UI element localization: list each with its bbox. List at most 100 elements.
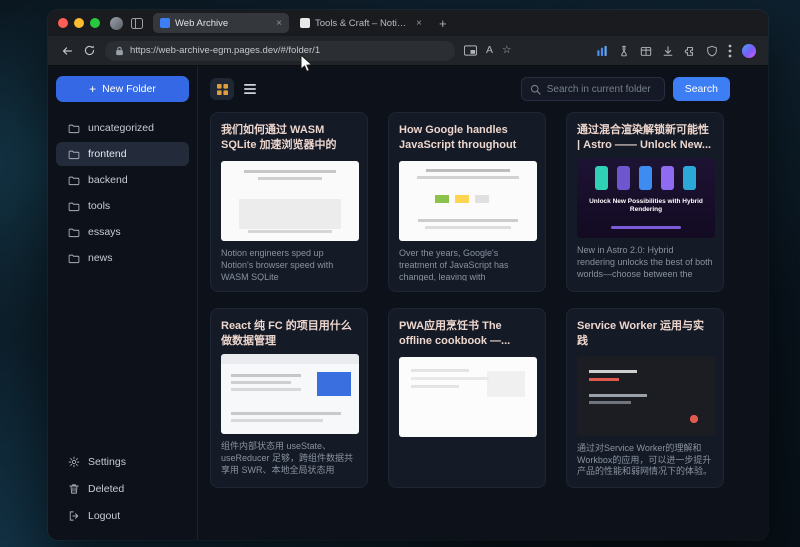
logout-icon: [68, 510, 80, 522]
main-header: Search: [210, 76, 730, 102]
card-grid: 我们如何通过 WASM SQLite 加速浏览器中的 Notion ——... …: [210, 112, 730, 488]
picture-in-picture-icon[interactable]: [464, 45, 477, 56]
thumbnail-text: Unlock New Possibilities with Hybrid Ren…: [585, 198, 707, 215]
sidebar-item-uncategorized[interactable]: uncategorized: [56, 116, 189, 140]
grid-view-button[interactable]: [210, 78, 234, 100]
card-thumbnail: [577, 356, 715, 436]
list-view-button[interactable]: [238, 78, 262, 100]
phone-mockup-icon: [661, 166, 674, 190]
card-description: Over the years, Google's treatment of Ja…: [399, 248, 535, 281]
phone-mockup-icon: [595, 166, 608, 190]
search-icon: [530, 84, 541, 95]
shield-icon[interactable]: [706, 45, 718, 57]
sidebar-item-deleted[interactable]: Deleted: [56, 477, 189, 501]
minimize-window-button[interactable]: [74, 18, 84, 28]
tab-close-icon[interactable]: ×: [416, 18, 422, 29]
card-thumbnail: [221, 161, 359, 241]
folder-label: news: [88, 252, 113, 264]
sidebar-item-essays[interactable]: essays: [56, 220, 189, 244]
sidebar-item-tools[interactable]: tools: [56, 194, 189, 218]
back-icon[interactable]: [60, 44, 74, 58]
tab-title: Web Archive: [175, 18, 271, 29]
phone-mockup-icon: [683, 166, 696, 190]
search-input[interactable]: [547, 84, 656, 95]
trash-icon: [68, 483, 80, 495]
sidebar: + New Folder uncategorized frontend back…: [48, 66, 198, 540]
sidebar-item-frontend[interactable]: frontend: [56, 142, 189, 166]
tab-bar: Web Archive × Tools & Craft – Notion Blo…: [48, 10, 768, 36]
archive-card-wasm-sqlite[interactable]: 我们如何通过 WASM SQLite 加速浏览器中的 Notion ——... …: [210, 112, 368, 292]
archive-card-service-worker[interactable]: Service Worker 运用与实践 通过对Service Worker的理…: [566, 308, 724, 488]
bookmark-star-icon[interactable]: ☆: [502, 45, 511, 56]
folder-label: uncategorized: [88, 122, 154, 134]
package-icon[interactable]: [640, 45, 652, 57]
card-title: How Google handles JavaScript throughout…: [399, 123, 535, 153]
card-thumbnail: Unlock New Possibilities with Hybrid Ren…: [577, 158, 715, 238]
download-icon[interactable]: [662, 45, 674, 57]
tab-title: Tools & Craft – Notion Blog: [315, 18, 411, 29]
archive-card-pwa-cookbook[interactable]: PWA应用烹饪书 The offline cookbook —...: [388, 308, 546, 488]
search-area: Search: [521, 77, 730, 101]
phone-mockup-icon: [639, 166, 652, 190]
folder-icon: [68, 149, 80, 160]
folder-label: frontend: [88, 148, 127, 160]
refresh-icon[interactable]: [83, 44, 96, 57]
tab-web-archive[interactable]: Web Archive ×: [153, 13, 289, 33]
search-button[interactable]: Search: [673, 77, 730, 101]
new-folder-label: New Folder: [102, 83, 156, 95]
sidebar-item-backend[interactable]: backend: [56, 168, 189, 192]
sidebar-item-news[interactable]: news: [56, 246, 189, 270]
folder-list: uncategorized frontend backend tools: [56, 116, 189, 270]
card-thumbnail: [399, 357, 537, 437]
web-archive-favicon-icon: [160, 18, 170, 28]
folder-label: backend: [88, 174, 128, 186]
card-description: Notion engineers sped up Notion's browse…: [221, 248, 357, 281]
browser-profile-gradient-icon[interactable]: [742, 44, 756, 58]
folder-icon: [68, 227, 80, 238]
card-thumbnail: [399, 161, 537, 241]
more-menu-icon[interactable]: [728, 44, 732, 58]
sidebar-item-logout[interactable]: Logout: [56, 504, 189, 528]
card-description: New in Astro 2.0: Hybrid rendering unloc…: [577, 245, 713, 281]
lock-icon: [115, 46, 124, 56]
extension-bars-icon[interactable]: [596, 45, 608, 57]
browser-toolbar: https://web-archive-egm.pages.dev/#/fold…: [48, 36, 768, 66]
card-thumbnail: [221, 354, 359, 434]
phone-mockup-icon: [617, 166, 630, 190]
sidebar-footer: Settings Deleted Logout: [56, 450, 189, 532]
tab-close-icon[interactable]: ×: [276, 18, 282, 29]
new-tab-button[interactable]: +: [439, 16, 447, 31]
archive-card-astro-hybrid[interactable]: 通过混合渲染解锁新可能性 | Astro —— Unlock New... Un…: [566, 112, 724, 292]
puzzle-icon[interactable]: [684, 45, 696, 57]
deleted-label: Deleted: [88, 483, 124, 495]
address-bar[interactable]: https://web-archive-egm.pages.dev/#/fold…: [105, 41, 455, 61]
folder-label: essays: [88, 226, 121, 238]
archive-card-google-js[interactable]: How Google handles JavaScript throughout…: [388, 112, 546, 292]
tab-notion-blog[interactable]: Tools & Craft – Notion Blog ×: [293, 13, 429, 33]
search-box: [521, 77, 665, 101]
browser-window: Web Archive × Tools & Craft – Notion Blo…: [48, 10, 768, 540]
toolbar-extensions: [596, 44, 756, 58]
new-folder-button[interactable]: + New Folder: [56, 76, 189, 102]
card-description: 组件内部状态用 useState、useReducer 足够，跨组件数据共享用 …: [221, 441, 357, 477]
url-text: https://web-archive-egm.pages.dev/#/fold…: [130, 45, 320, 56]
card-title: Service Worker 运用与实践: [577, 319, 713, 348]
profile-icon[interactable]: [110, 17, 123, 30]
font-size-icon[interactable]: A: [486, 45, 493, 56]
tab-overview-icon[interactable]: [131, 18, 143, 29]
folder-icon: [68, 123, 80, 134]
zoom-window-button[interactable]: [90, 18, 100, 28]
close-window-button[interactable]: [58, 18, 68, 28]
archive-card-react-fc[interactable]: React 纯 FC 的项目用什么做数据管理 组件内部状态用 useState、…: [210, 308, 368, 488]
card-title: 通过混合渲染解锁新可能性 | Astro —— Unlock New...: [577, 123, 713, 150]
grid-icon: [217, 84, 228, 95]
thumbnail-subtitle-bar: [611, 226, 681, 229]
card-title: React 纯 FC 的项目用什么做数据管理: [221, 319, 357, 346]
folder-label: tools: [88, 200, 110, 212]
folder-icon: [68, 201, 80, 212]
card-title: PWA应用烹饪书 The offline cookbook —...: [399, 319, 535, 349]
logout-label: Logout: [88, 510, 120, 522]
flask-icon[interactable]: [618, 45, 630, 57]
traffic-lights: [58, 18, 100, 28]
sidebar-item-settings[interactable]: Settings: [56, 450, 189, 474]
